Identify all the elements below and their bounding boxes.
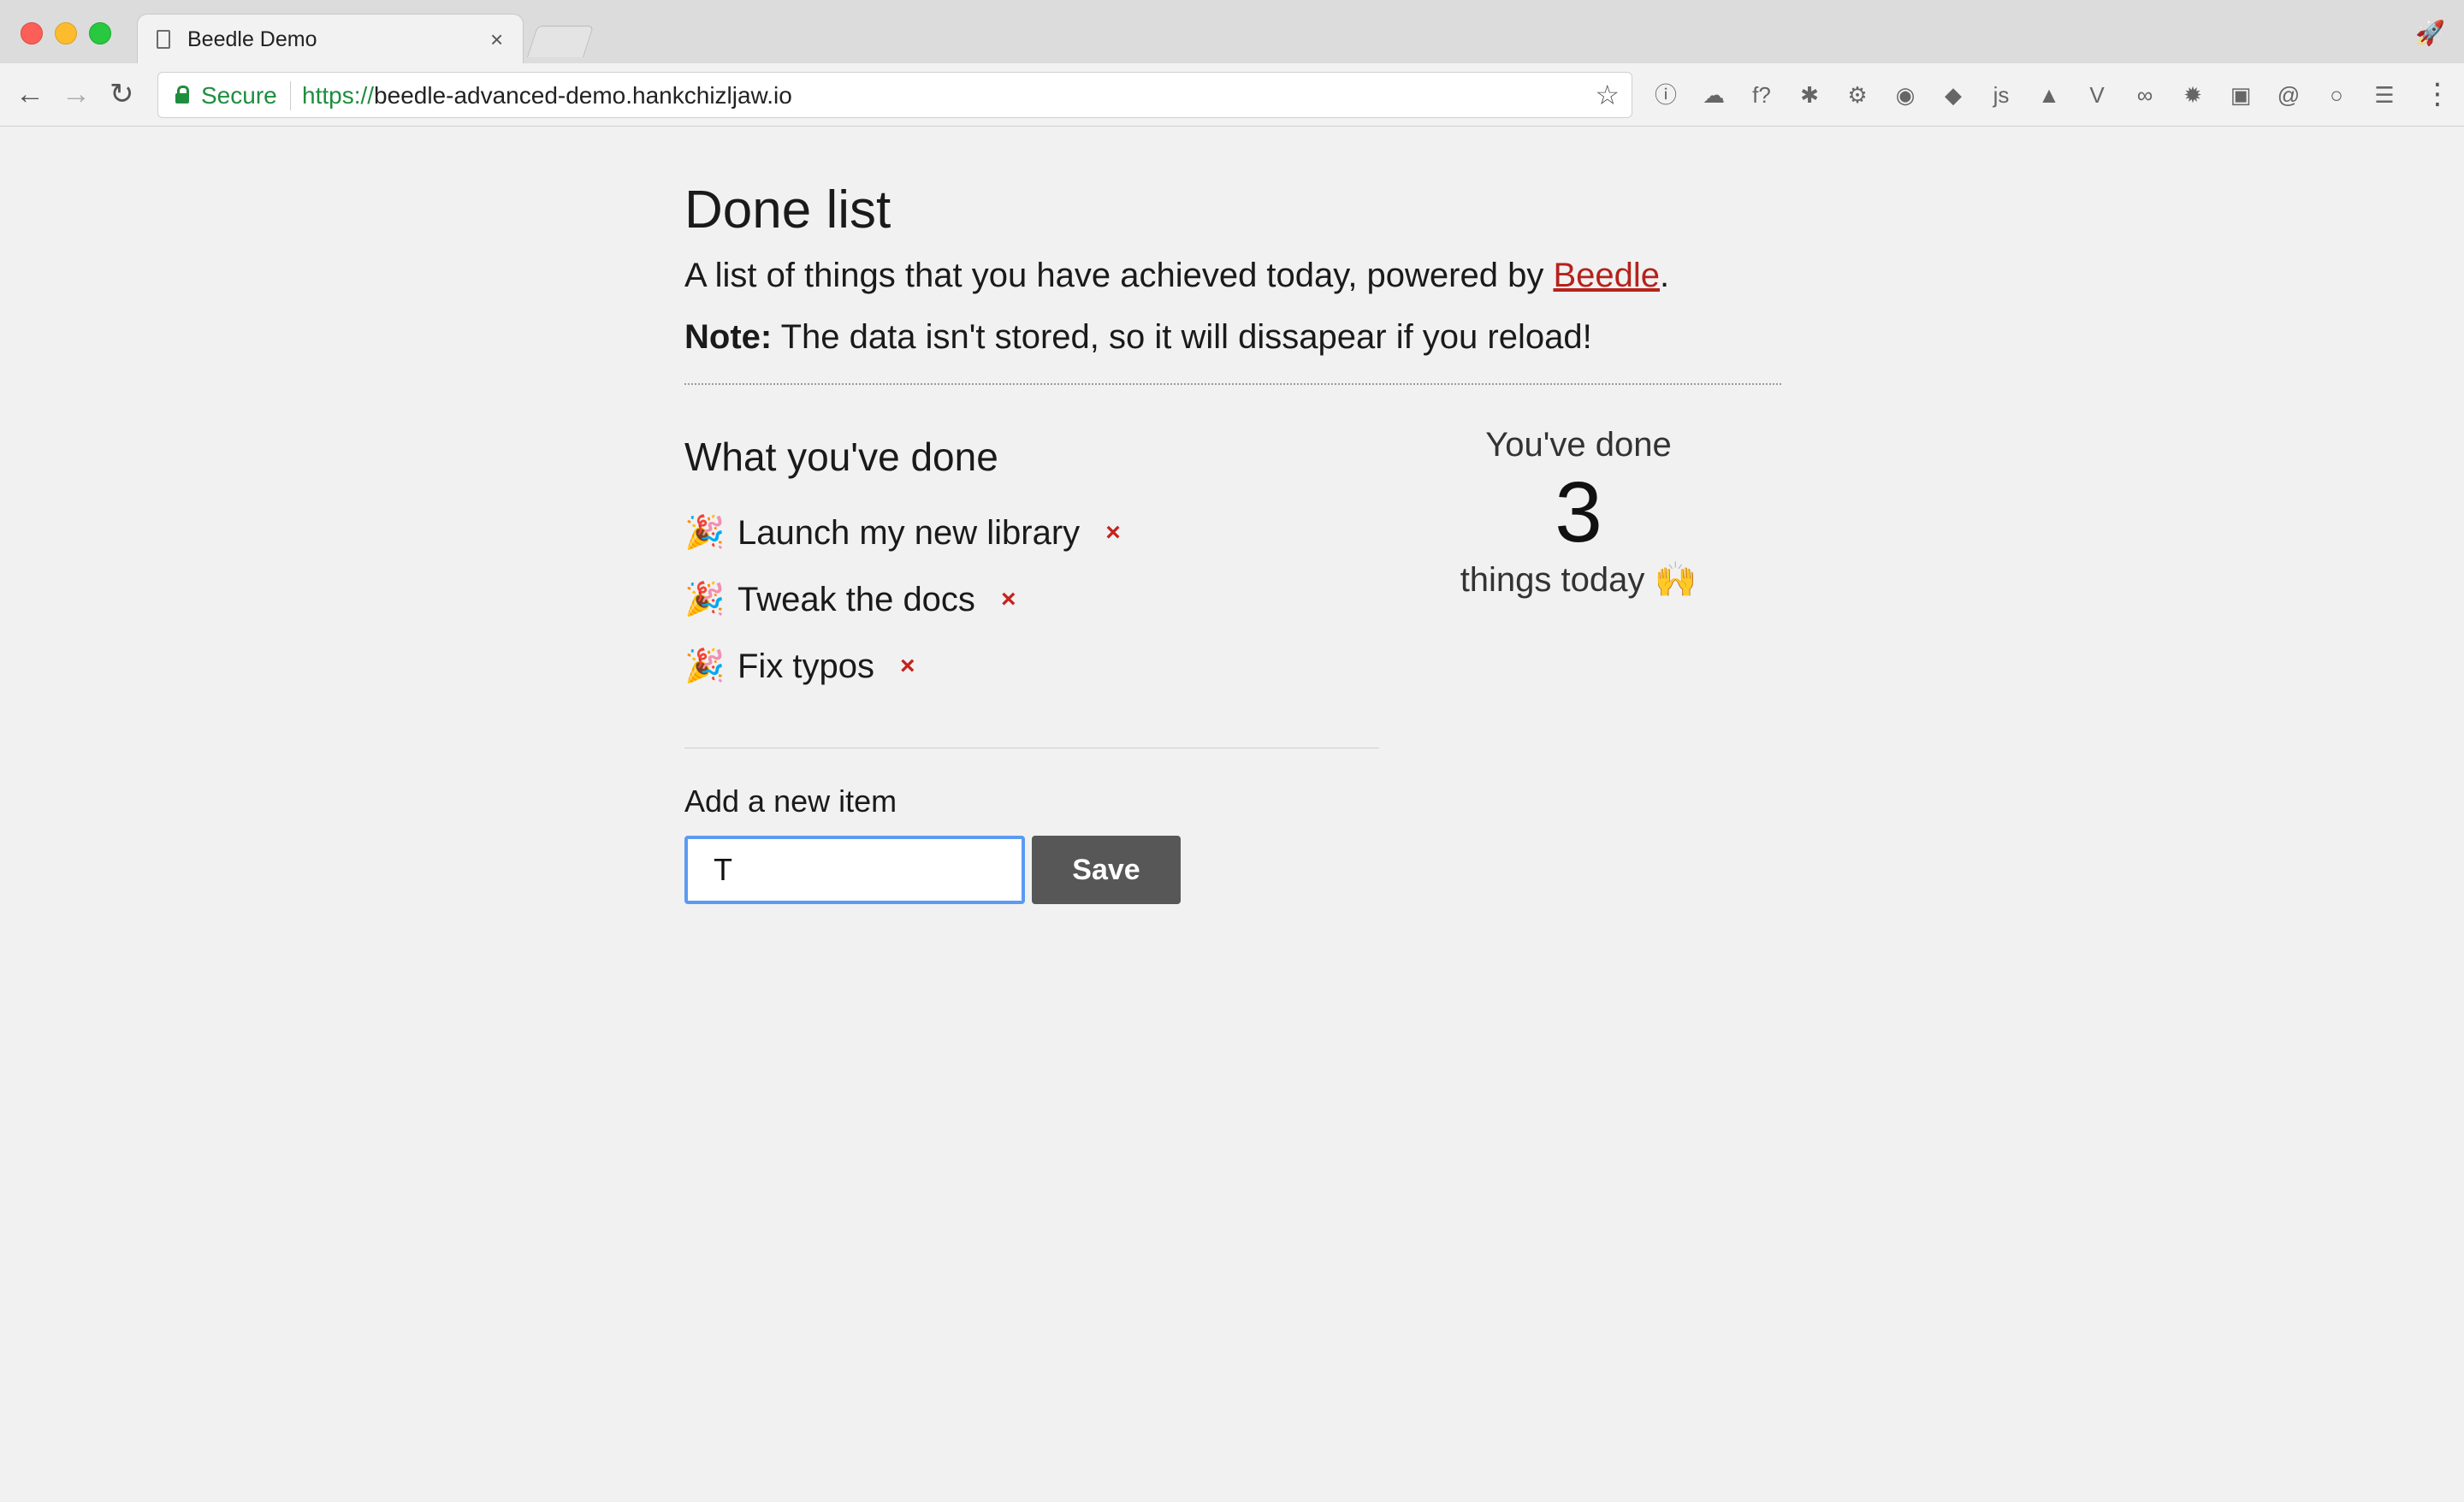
at-icon[interactable]: @: [2272, 79, 2305, 111]
note-body: The data isn't stored, so it will dissap…: [772, 318, 1592, 356]
bookmark-star-icon[interactable]: ☆: [1595, 80, 1620, 110]
url-text[interactable]: https://beedle-advanced-demo.hankchizlja…: [302, 82, 792, 109]
close-tab-icon[interactable]: ×: [490, 27, 503, 52]
info-icon[interactable]: ⓘ: [1650, 79, 1682, 111]
stats-label-top: You've done: [1485, 426, 1672, 464]
note-label: Note:: [684, 318, 773, 356]
remove-item-icon[interactable]: ×: [900, 646, 915, 687]
new-item-input[interactable]: [684, 836, 1025, 904]
done-list-section: What you've done 🎉 Launch my new library…: [684, 433, 1379, 700]
url-host: beedle-advanced-demo.hankchizljaw.io: [374, 82, 792, 109]
party-popper-icon: 🎉: [684, 515, 726, 551]
address-separator: [290, 81, 291, 110]
tab-title: Beedle Demo: [187, 27, 317, 51]
add-item-form: Save: [684, 836, 1781, 904]
header-divider: [684, 383, 1781, 385]
bug-icon[interactable]: ✱: [1793, 79, 1826, 111]
beedle-link[interactable]: Beedle: [1553, 257, 1660, 294]
browser-menu-icon[interactable]: ⋮: [2423, 75, 2452, 113]
stats-panel: You've done 3 things today 🙌: [1454, 424, 1703, 600]
remove-item-icon[interactable]: ×: [1105, 512, 1121, 553]
page-content: Done list A list of things that you have…: [684, 127, 1781, 904]
save-button[interactable]: Save: [1032, 836, 1181, 904]
remove-item-icon[interactable]: ×: [1001, 579, 1016, 620]
done-count: 3: [1555, 464, 1602, 560]
list-icon[interactable]: ☰: [2368, 79, 2401, 111]
axe-icon[interactable]: ▲: [2033, 79, 2065, 111]
cloud-icon[interactable]: ☁: [1697, 79, 1730, 111]
whatfont-icon[interactable]: ▣: [2224, 79, 2257, 111]
item-text: Tweak the docs: [737, 581, 975, 618]
content-columns: What you've done 🎉 Launch my new library…: [684, 426, 1781, 724]
badge-icon[interactable]: ◆: [1937, 79, 1969, 111]
glasses-icon[interactable]: ∞: [2129, 79, 2161, 111]
reload-button[interactable]: ↻: [110, 77, 134, 111]
done-heading: What you've done: [684, 435, 998, 479]
forward-button[interactable]: →: [62, 77, 91, 111]
color-icon[interactable]: ◉: [1889, 79, 1922, 111]
list-item: 🎉 Tweak the docs ×: [684, 566, 1379, 633]
item-text: Fix typos: [737, 648, 875, 685]
vue-icon[interactable]: V: [2081, 79, 2113, 111]
settings-icon[interactable]: ⚙: [1841, 79, 1874, 111]
address-bar[interactable]: Secure https://beedle-advanced-demo.hank…: [157, 72, 1632, 118]
close-window-button[interactable]: [21, 22, 43, 44]
list-item: 🎉 Launch my new library ×: [684, 500, 1379, 566]
intro-after: .: [1660, 257, 1670, 294]
maximize-window-button[interactable]: [89, 22, 111, 44]
party-popper-icon: 🎉: [684, 582, 726, 618]
js-icon[interactable]: js: [1985, 79, 2017, 111]
browser-tab[interactable]: Beedle Demo ×: [137, 14, 524, 63]
lock-icon: [175, 86, 189, 103]
add-item-label: Add a new item: [684, 784, 897, 819]
list-item: 🎉 Fix typos ×: [684, 633, 1379, 700]
url-scheme: https://: [302, 82, 375, 109]
back-button[interactable]: ←: [15, 77, 44, 111]
gear-icon[interactable]: ✹: [2177, 79, 2209, 111]
new-tab-button[interactable]: [526, 26, 595, 57]
party-popper-icon: 🎉: [684, 648, 726, 684]
minimize-window-button[interactable]: [55, 22, 77, 44]
item-text: Launch my new library: [737, 514, 1081, 552]
extensions-bar: ⓘ ☁ f? ✱ ⚙ ◉ ◆ js ▲ V ∞ ✹ ▣ @ ○ ☰: [1650, 79, 2401, 113]
rocket-icon[interactable]: 🚀: [2415, 19, 2445, 47]
stats-label-bottom: things today 🙌: [1460, 561, 1697, 599]
browser-tab-bar: Beedle Demo × 🚀: [0, 0, 2464, 63]
circle-icon[interactable]: ○: [2320, 79, 2353, 111]
intro-before: A list of things that you have achieved …: [684, 257, 1554, 294]
done-list: 🎉 Launch my new library × 🎉 Tweak the do…: [684, 500, 1379, 700]
note-text: Note: The data isn't stored, so it will …: [684, 316, 1781, 358]
intro-text: A list of things that you have achieved …: [684, 255, 1781, 296]
secure-label: Secure: [201, 82, 277, 109]
browser-toolbar: ← → ↻ Secure https://beedle-advanced-dem…: [0, 63, 2464, 127]
page-title: Done list: [684, 180, 891, 239]
page-icon: [157, 30, 170, 49]
font-icon[interactable]: f?: [1745, 79, 1778, 111]
